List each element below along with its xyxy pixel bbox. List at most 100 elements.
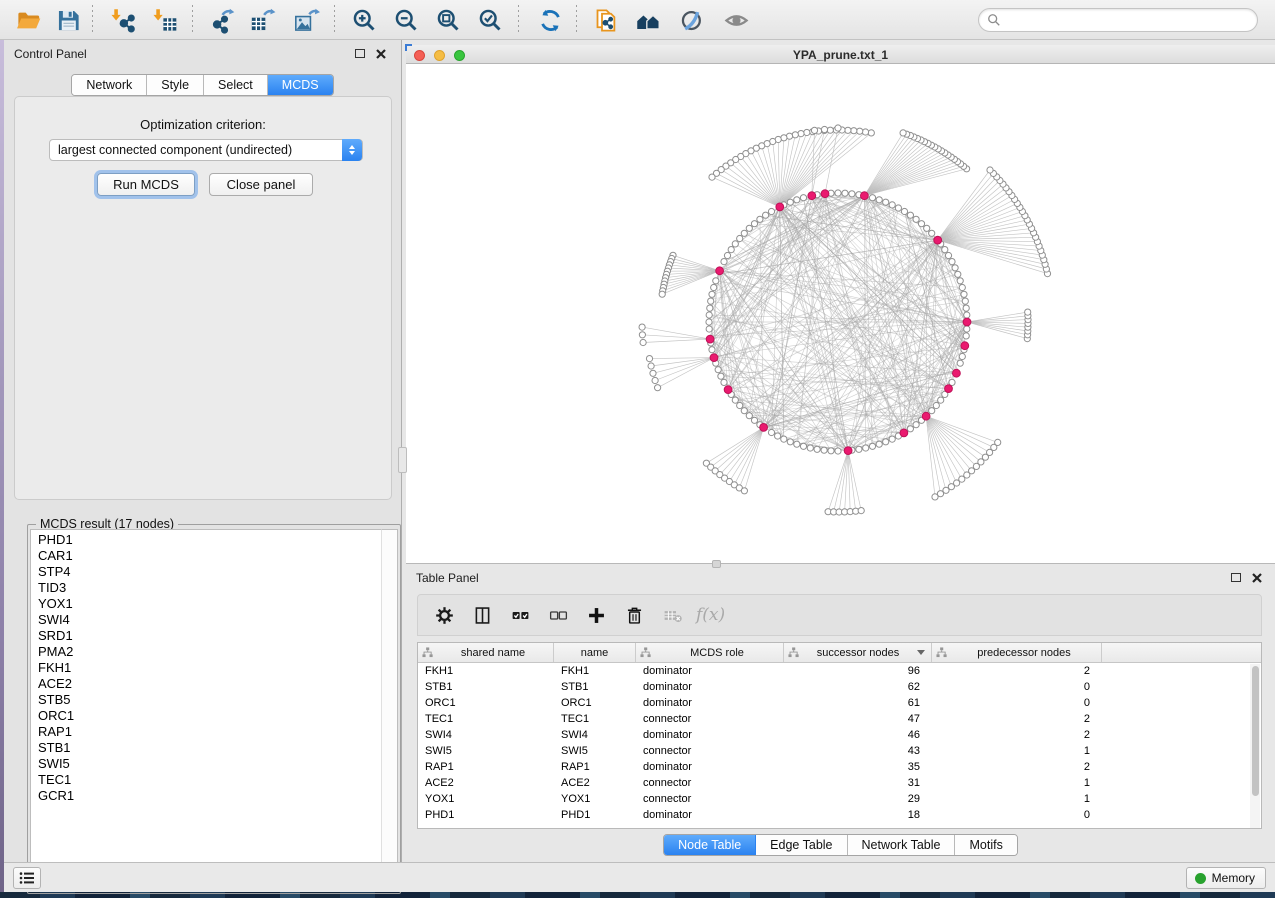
open-file-button[interactable] [10, 3, 46, 37]
graph-satellite-node[interactable] [821, 126, 827, 132]
graph-node[interactable] [751, 417, 757, 423]
graph-node[interactable] [955, 271, 961, 277]
graph-node[interactable] [933, 402, 939, 408]
table-cell[interactable]: 96 [784, 663, 932, 679]
table-cell[interactable]: ORC1 [418, 695, 554, 711]
graph-satellite-node[interactable] [652, 377, 658, 383]
mcds-result-item[interactable]: CAR1 [31, 548, 383, 564]
zoom-out-button[interactable] [388, 3, 424, 37]
graph-satellite-node[interactable] [835, 125, 841, 131]
graph-node[interactable] [863, 445, 869, 451]
graph-satellite-node[interactable] [858, 508, 864, 514]
select-all-checkboxes-button[interactable] [508, 603, 532, 627]
close-panel-icon[interactable] [375, 47, 387, 59]
table-cell[interactable]: SWI5 [418, 743, 554, 759]
graph-node[interactable] [918, 221, 924, 227]
table-cell[interactable]: dominator [636, 727, 784, 743]
graph-node[interactable] [724, 252, 730, 258]
graph-satellite-node[interactable] [639, 324, 645, 330]
table-cell[interactable]: connector [636, 743, 784, 759]
graph-satellite-node[interactable] [709, 174, 715, 180]
graph-hub-node[interactable] [716, 267, 724, 275]
graph-node[interactable] [732, 397, 738, 403]
graph-hub-node[interactable] [945, 385, 953, 393]
graph-node[interactable] [889, 202, 895, 208]
graph-hub-node[interactable] [963, 318, 971, 326]
search-input[interactable] [1001, 10, 1257, 30]
graph-node[interactable] [938, 397, 944, 403]
graph-satellite-node[interactable] [845, 127, 851, 133]
table-cell[interactable]: TEC1 [554, 711, 636, 727]
graph-node[interactable] [787, 439, 793, 445]
table-cell[interactable]: 62 [784, 679, 932, 695]
column-header-predecessor-nodes[interactable]: predecessor nodes [932, 643, 1102, 662]
graph-node[interactable] [800, 443, 806, 449]
table-cell[interactable]: FKH1 [554, 663, 636, 679]
graph-satellite-node[interactable] [868, 130, 874, 136]
graph-node[interactable] [828, 448, 834, 454]
graph-node[interactable] [869, 195, 875, 201]
mcds-result-item[interactable]: STB1 [31, 740, 383, 756]
graph-node[interactable] [711, 284, 717, 290]
graph-node[interactable] [794, 441, 800, 447]
show-hide-button[interactable] [718, 3, 754, 37]
table-cell[interactable]: TEC1 [418, 711, 554, 727]
delete-column-button[interactable] [622, 603, 646, 627]
table-cell[interactable]: RAP1 [418, 759, 554, 775]
graph-satellite-node[interactable] [648, 363, 654, 369]
graph-node[interactable] [746, 225, 752, 231]
table-cell[interactable]: 31 [784, 775, 932, 791]
table-cell[interactable]: RAP1 [554, 759, 636, 775]
add-column-button[interactable] [584, 603, 608, 627]
tab-edge-table[interactable]: Edge Table [756, 835, 847, 855]
graph-node[interactable] [957, 278, 963, 284]
table-cell[interactable]: 46 [784, 727, 932, 743]
graph-node[interactable] [737, 235, 743, 241]
graph-satellite-node[interactable] [862, 129, 868, 135]
column-header-MCDS-role[interactable]: MCDS role [636, 643, 784, 662]
table-row[interactable]: PHD1PHD1dominator180 [418, 807, 1261, 823]
graph-hub-node[interactable] [821, 190, 829, 198]
table-cell[interactable]: 61 [784, 695, 932, 711]
graph-hub-node[interactable] [953, 369, 961, 377]
graph-node[interactable] [964, 312, 970, 318]
table-cell[interactable]: connector [636, 791, 784, 807]
mcds-result-item[interactable]: ACE2 [31, 676, 383, 692]
graph-satellite-node[interactable] [792, 132, 798, 138]
table-scrollbar-thumb[interactable] [1252, 666, 1259, 796]
graph-node[interactable] [707, 305, 713, 311]
graph-satellite-node[interactable] [659, 291, 665, 297]
table-cell[interactable]: SWI4 [554, 727, 636, 743]
graph-node[interactable] [706, 326, 712, 332]
tab-motifs[interactable]: Motifs [955, 835, 1016, 855]
graph-node[interactable] [889, 436, 895, 442]
graph-node[interactable] [929, 408, 935, 414]
graph-node[interactable] [835, 190, 841, 196]
mcds-result-item[interactable]: RAP1 [31, 724, 383, 740]
tab-mcds[interactable]: MCDS [268, 75, 333, 95]
table-cell[interactable]: 29 [784, 791, 932, 807]
graph-hub-node[interactable] [844, 447, 852, 455]
table-cell[interactable]: 0 [932, 679, 1102, 695]
network-window-titlebar[interactable]: YPA_prune.txt_1 [406, 45, 1275, 64]
graph-node[interactable] [821, 447, 827, 453]
export-network-button[interactable] [204, 3, 240, 37]
run-mcds-button[interactable]: Run MCDS [97, 173, 195, 196]
graph-node[interactable] [959, 284, 965, 290]
table-cell[interactable]: 1 [932, 775, 1102, 791]
graph-satellite-node[interactable] [851, 128, 857, 134]
tab-style[interactable]: Style [147, 75, 204, 95]
mcds-list-scrollbar[interactable] [381, 529, 398, 892]
zoom-selected-button[interactable] [472, 3, 508, 37]
graph-satellite-node[interactable] [804, 129, 810, 135]
table-cell[interactable]: dominator [636, 679, 784, 695]
column-header-shared-name[interactable]: shared name [418, 643, 554, 662]
tab-node-table[interactable]: Node Table [664, 835, 756, 855]
graph-satellite-node[interactable] [655, 385, 661, 391]
graph-node[interactable] [741, 230, 747, 236]
graph-hub-node[interactable] [900, 429, 908, 437]
table-cell[interactable]: STB1 [554, 679, 636, 695]
graph-node[interactable] [901, 208, 907, 214]
table-cell[interactable]: 1 [932, 791, 1102, 807]
function-builder-button[interactable]: f(x) [696, 605, 725, 625]
